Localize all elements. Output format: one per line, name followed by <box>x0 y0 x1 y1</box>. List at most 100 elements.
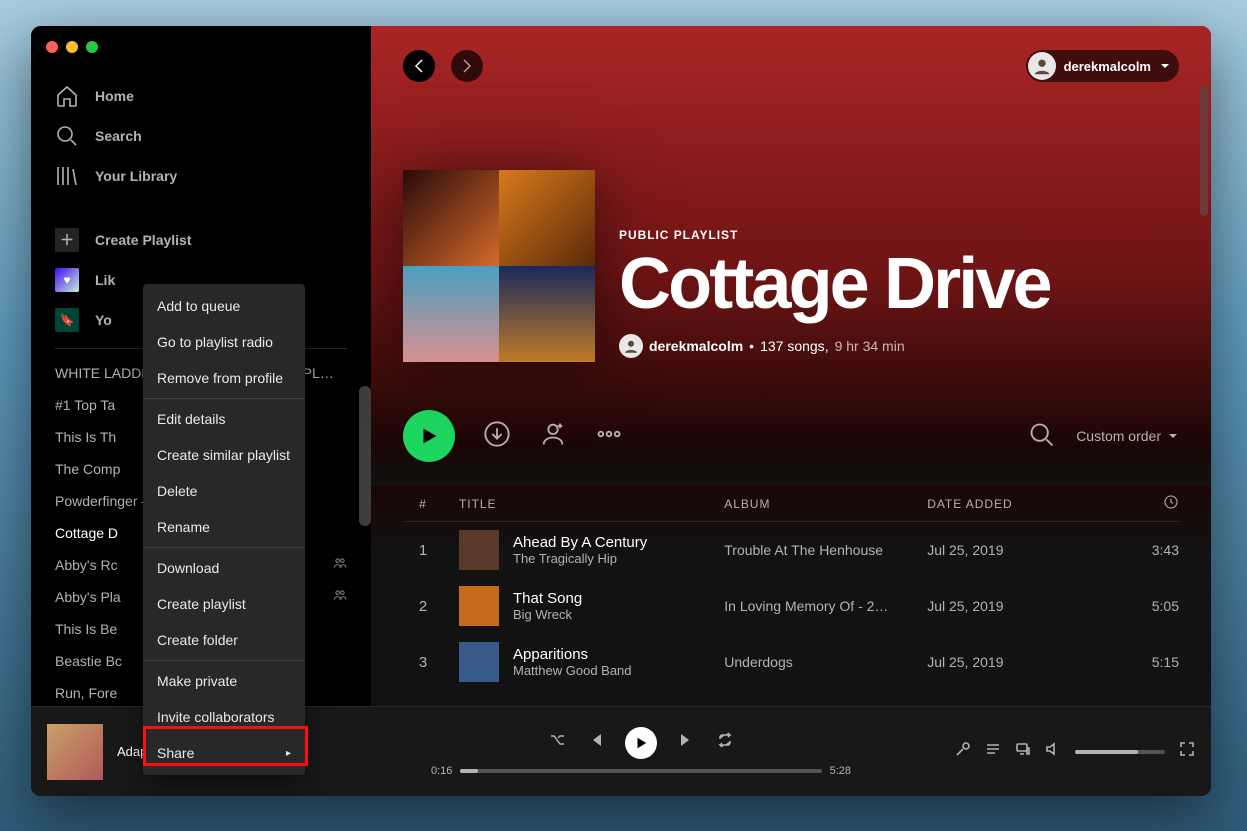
track-album[interactable]: In Loving Memory Of - 2… <box>724 598 911 614</box>
context-menu-item[interactable]: Create folder <box>143 622 305 658</box>
track-album[interactable]: Trouble At The Henhouse <box>724 542 911 558</box>
progress-bar[interactable] <box>460 769 821 773</box>
track-row[interactable]: 3 ApparitionsMatthew Good Band Underdogs Ju… <box>403 634 1179 690</box>
track-duration: 3:43 <box>1099 542 1179 558</box>
track-artwork <box>459 586 499 626</box>
play-pause-button[interactable] <box>625 727 657 759</box>
col-date[interactable]: DATE ADDED <box>927 497 1083 511</box>
playlist-owner[interactable]: derekmalcolm <box>649 338 743 354</box>
close-window-button[interactable] <box>46 41 58 53</box>
maximize-window-button[interactable] <box>86 41 98 53</box>
context-menu-item-label: Create folder <box>157 632 238 648</box>
previous-button[interactable] <box>587 732 603 753</box>
nav-home[interactable]: Home <box>55 76 347 116</box>
caret-down-icon <box>1159 60 1171 72</box>
queue-button[interactable] <box>985 741 1001 762</box>
playlist-byline: derekmalcolm • 137 songs, 9 hr 34 min <box>619 334 1050 358</box>
fullscreen-button[interactable] <box>1179 741 1195 762</box>
context-menu-item-label: Download <box>157 560 219 576</box>
sort-dropdown[interactable]: Custom order <box>1076 428 1179 444</box>
repeat-button[interactable] <box>717 732 733 753</box>
context-menu-separator <box>143 398 305 399</box>
skip-back-icon <box>587 732 603 748</box>
owner-avatar <box>619 334 643 358</box>
context-menu-item-label: Invite collaborators <box>157 709 275 725</box>
playlist-item-label: Abby's Pla <box>55 581 121 613</box>
user-menu[interactable]: derekmalcolm <box>1026 50 1179 82</box>
track-artwork <box>459 530 499 570</box>
caret-down-icon <box>1167 430 1179 442</box>
context-menu-item[interactable]: Make private <box>143 663 305 699</box>
context-menu-item[interactable]: Add to queue <box>143 288 305 324</box>
context-menu-item[interactable]: Share ▸ <box>143 735 305 771</box>
queue-icon <box>985 741 1001 757</box>
context-menu-item[interactable]: Remove from profile <box>143 360 305 396</box>
context-menu-item-label: Go to playlist radio <box>157 334 273 350</box>
sidebar-scrollbar[interactable] <box>359 386 371 526</box>
play-button[interactable] <box>403 410 455 462</box>
track-duration: 5:15 <box>1099 654 1179 670</box>
add-user-icon <box>539 420 567 448</box>
lyrics-button[interactable] <box>955 741 971 762</box>
col-index: # <box>403 497 443 511</box>
track-artist[interactable]: Big Wreck <box>513 607 582 622</box>
track-index: 3 <box>403 654 443 671</box>
nav-library[interactable]: Your Library <box>55 156 347 196</box>
track-duration: 5:05 <box>1099 598 1179 614</box>
track-artist[interactable]: Matthew Good Band <box>513 663 632 678</box>
track-date: Jul 25, 2019 <box>927 654 1083 670</box>
context-menu-item-label: Create similar playlist <box>157 447 290 463</box>
next-button[interactable] <box>679 732 695 753</box>
clock-icon <box>1163 494 1179 510</box>
mute-button[interactable] <box>1045 741 1061 762</box>
nav-search[interactable]: Search <box>55 116 347 156</box>
context-menu-item[interactable]: Invite collaborators <box>143 699 305 735</box>
now-playing-artwork[interactable] <box>47 724 103 780</box>
playlist-cover[interactable] <box>403 170 595 362</box>
context-menu-item[interactable]: Download <box>143 550 305 586</box>
nav-forward-button[interactable] <box>451 50 483 82</box>
track-album[interactable]: Underdogs <box>724 654 911 670</box>
context-menu-item-label: Make private <box>157 673 237 689</box>
col-album[interactable]: ALBUM <box>724 497 911 511</box>
playlist-item-label: This Is Be <box>55 613 117 645</box>
context-menu-item-label: Delete <box>157 483 197 499</box>
track-title: Apparitions <box>513 646 632 663</box>
context-menu-item[interactable]: Edit details <box>143 401 305 437</box>
fullscreen-icon <box>1179 741 1195 757</box>
volume-slider[interactable] <box>1075 750 1165 754</box>
spotify-window: Home Search Your Library ＋ Create Playli… <box>31 26 1211 796</box>
playlist-item-label: Run, Fore <box>55 677 117 706</box>
minimize-window-button[interactable] <box>66 41 78 53</box>
create-playlist[interactable]: ＋ Create Playlist <box>55 220 347 260</box>
devices-button[interactable] <box>1015 741 1031 762</box>
playlist-item-label: Abby's Rc <box>55 549 118 581</box>
context-menu-item-label: Share <box>157 745 194 761</box>
create-playlist-label: Create Playlist <box>95 232 192 248</box>
col-duration[interactable] <box>1099 494 1179 513</box>
context-menu-item[interactable]: Rename <box>143 509 305 545</box>
window-controls <box>46 41 98 53</box>
track-row[interactable]: 2That SongBig WreckIn Loving Memory Of -… <box>403 578 1179 634</box>
context-menu-item[interactable]: Create playlist <box>143 586 305 622</box>
track-artist[interactable]: The Tragically Hip <box>513 551 647 566</box>
col-title[interactable]: TITLE <box>459 497 708 511</box>
search-in-playlist-button[interactable] <box>1028 421 1056 452</box>
track-list: # TITLE ALBUM DATE ADDED 1Ahead By A Cen… <box>371 486 1211 706</box>
context-menu-item[interactable]: Create similar playlist <box>143 437 305 473</box>
nav-back-button[interactable] <box>403 50 435 82</box>
home-icon <box>55 84 79 108</box>
more-options-button[interactable] <box>595 420 623 453</box>
context-menu-item[interactable]: Delete <box>143 473 305 509</box>
download-button[interactable] <box>483 420 511 453</box>
submenu-arrow-icon: ▸ <box>286 748 291 759</box>
invite-button[interactable] <box>539 420 567 453</box>
sidebar: Home Search Your Library ＋ Create Playli… <box>31 26 371 706</box>
context-menu-item[interactable]: Go to playlist radio <box>143 324 305 360</box>
download-icon <box>483 420 511 448</box>
main-content: derekmalcolm PUBLIC PLAYLIST Cottage Dri… <box>371 26 1211 706</box>
main-scrollbar[interactable] <box>1200 86 1208 216</box>
track-row[interactable]: 1Ahead By A CenturyThe Tragically HipTro… <box>403 522 1179 578</box>
shuffle-button[interactable] <box>549 732 565 753</box>
nav-home-label: Home <box>95 88 134 104</box>
